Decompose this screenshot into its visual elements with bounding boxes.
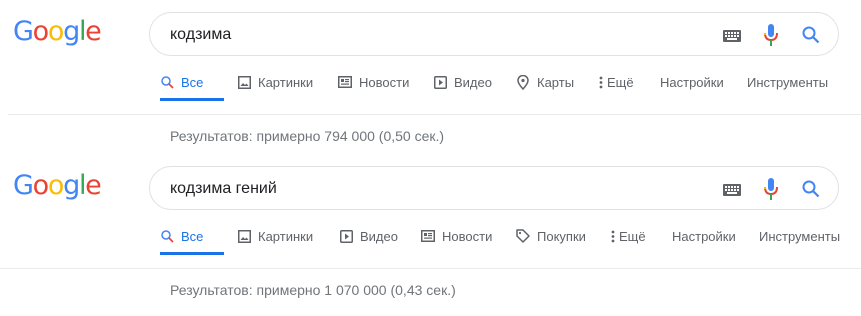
tab-label: Настройки xyxy=(672,228,736,244)
result-stats: Результатов: примерно 1 070 000 (0,43 се… xyxy=(170,282,456,298)
tab-label: Картинки xyxy=(258,74,314,90)
tab-label: Инструменты xyxy=(759,228,841,244)
tab-images[interactable]: Картинки xyxy=(237,218,313,254)
play-icon xyxy=(339,229,353,243)
tab-label: Карты xyxy=(537,74,575,90)
tab-maps[interactable]: Карты xyxy=(516,64,574,100)
more-vert-icon xyxy=(598,75,604,89)
search-input[interactable]: кодзима xyxy=(170,13,231,57)
image-icon xyxy=(237,229,251,243)
tab-label: Инструменты xyxy=(747,74,829,90)
search-tabs: Все Картинки Новости Видео Карты Ещё Нас… xyxy=(0,64,861,101)
tab-settings[interactable]: Настройки xyxy=(660,64,724,100)
tab-label: Видео xyxy=(454,74,492,90)
tab-news[interactable]: Новости xyxy=(421,218,492,254)
tab-label: Картинки xyxy=(258,228,314,244)
tab-more[interactable]: Ещё xyxy=(598,64,634,100)
active-tab-indicator xyxy=(160,98,224,101)
keyboard-icon[interactable] xyxy=(723,183,741,201)
play-icon xyxy=(433,75,447,89)
tab-settings[interactable]: Настройки xyxy=(672,218,736,254)
search-results-header-1: Google кодзима Все Картинки Новости Виде… xyxy=(0,0,861,154)
microphone-icon[interactable] xyxy=(764,24,778,51)
tab-label: Новости xyxy=(359,74,410,90)
divider xyxy=(0,268,861,269)
search-icon xyxy=(160,229,174,243)
tab-label: Покупки xyxy=(537,228,586,244)
newspaper-icon xyxy=(421,229,435,243)
tab-video[interactable]: Видео xyxy=(339,218,398,254)
search-box[interactable]: кодзима гений xyxy=(149,166,839,210)
google-logo[interactable]: Google xyxy=(13,172,102,199)
tab-label: Видео xyxy=(360,228,398,244)
tab-all[interactable]: Все xyxy=(160,64,224,101)
tab-label: Ещё xyxy=(619,228,646,244)
divider xyxy=(8,114,861,115)
map-pin-icon xyxy=(516,74,530,90)
tab-label: Все xyxy=(181,74,204,90)
tag-icon xyxy=(516,229,530,243)
tab-images[interactable]: Картинки xyxy=(237,64,313,100)
keyboard-icon[interactable] xyxy=(723,29,741,47)
result-stats: Результатов: примерно 794 000 (0,50 сек.… xyxy=(170,128,445,144)
tab-news[interactable]: Новости xyxy=(338,64,409,100)
tab-all[interactable]: Все xyxy=(160,218,224,255)
search-tabs: Все Картинки Видео Новости Покупки Ещё Н… xyxy=(0,218,861,255)
search-input[interactable]: кодзима гений xyxy=(170,167,277,211)
tab-label: Ещё xyxy=(607,74,634,90)
newspaper-icon xyxy=(338,75,352,89)
microphone-icon[interactable] xyxy=(764,178,778,205)
tab-tools[interactable]: Инструменты xyxy=(759,218,840,254)
tab-shopping[interactable]: Покупки xyxy=(516,218,586,254)
search-icon xyxy=(160,75,174,89)
tab-more[interactable]: Ещё xyxy=(610,218,646,254)
search-box[interactable]: кодзима xyxy=(149,12,839,56)
google-logo[interactable]: Google xyxy=(13,18,102,45)
search-results-header-2: Google кодзима гений Все Картинки Видео … xyxy=(0,154,861,308)
tab-video[interactable]: Видео xyxy=(433,64,492,100)
active-tab-indicator xyxy=(160,252,224,255)
more-vert-icon xyxy=(610,229,616,243)
tab-tools[interactable]: Инструменты xyxy=(747,64,828,100)
tab-label: Новости xyxy=(442,228,493,244)
search-button-icon[interactable] xyxy=(802,26,820,49)
image-icon xyxy=(237,75,251,89)
tab-label: Все xyxy=(181,228,204,244)
tab-label: Настройки xyxy=(660,74,724,90)
search-button-icon[interactable] xyxy=(802,180,820,203)
